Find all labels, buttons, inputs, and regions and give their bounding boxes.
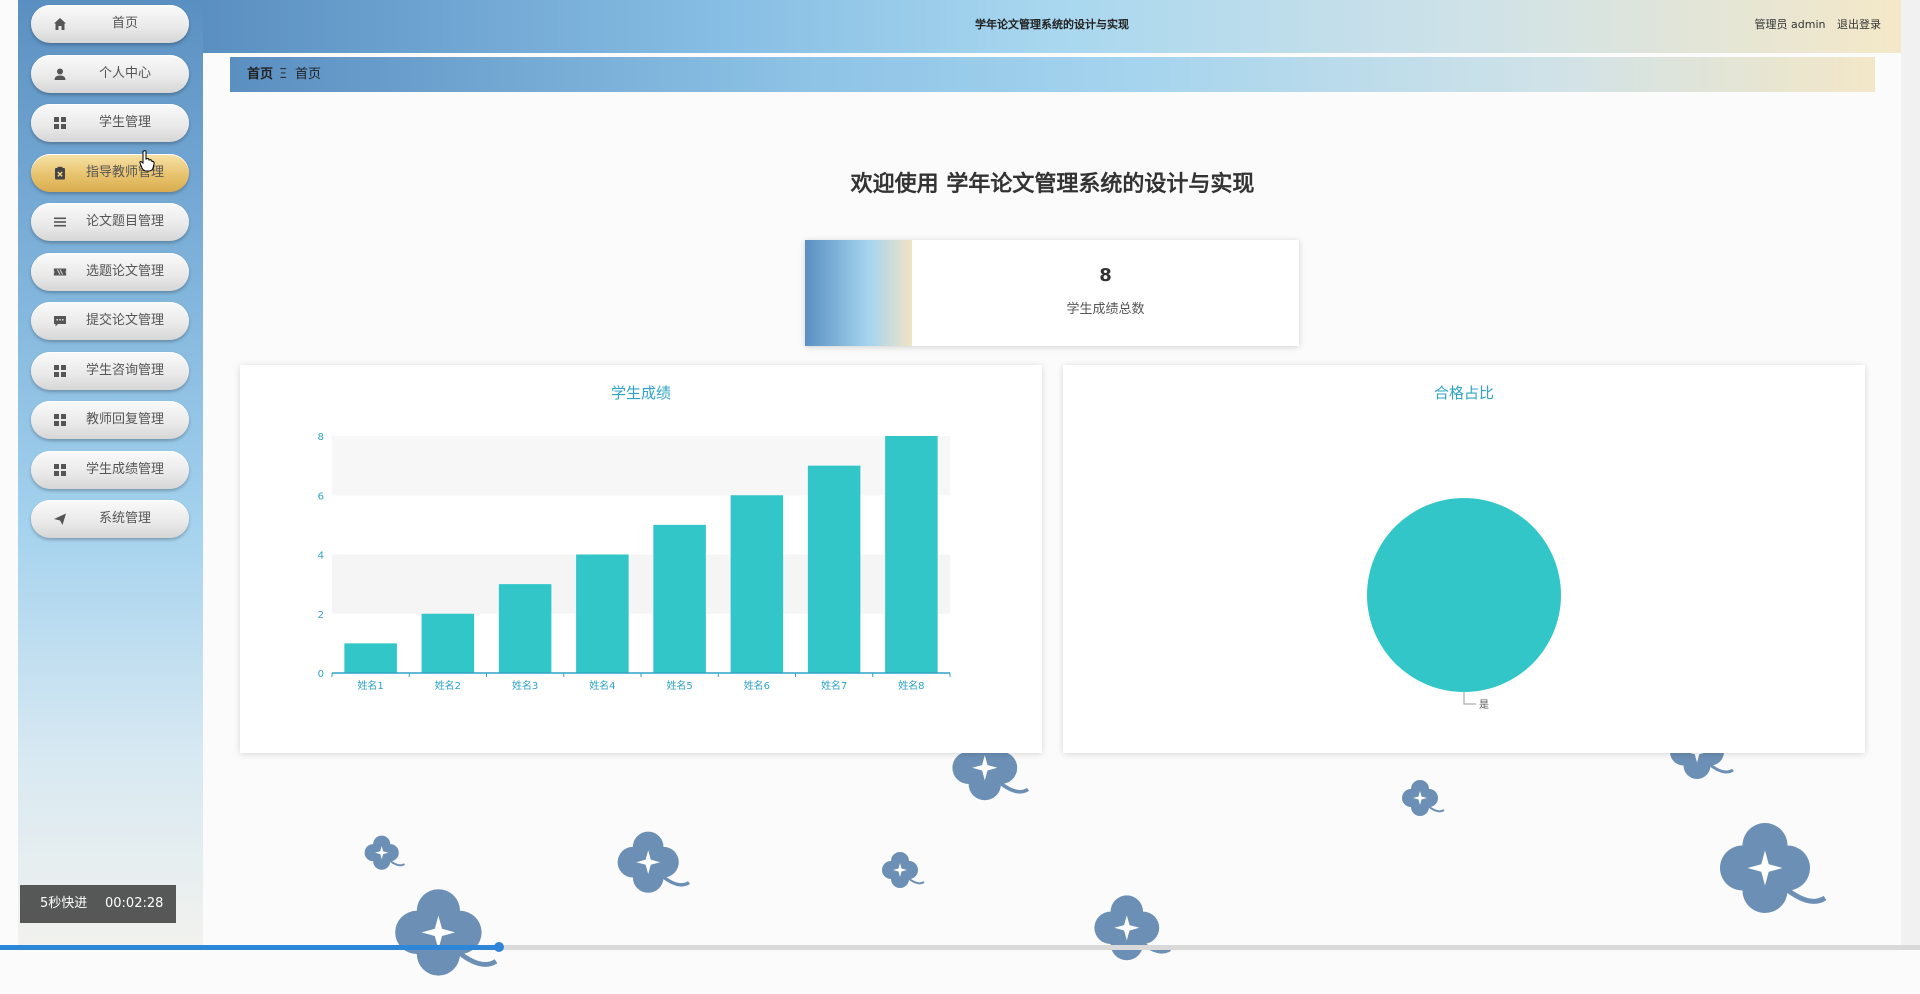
breadcrumb-separator-icon: Ξ xyxy=(279,67,288,82)
sidebar-item-10[interactable]: 学生成绩管理 xyxy=(31,450,189,489)
window-scrollbar[interactable] xyxy=(1901,0,1920,950)
ticket-icon xyxy=(53,265,67,279)
clover-flower-icon xyxy=(617,831,690,893)
clover-flower-icon xyxy=(882,852,925,888)
x-tick-label: 姓名3 xyxy=(512,679,538,692)
clipboard-icon xyxy=(53,166,67,180)
stat-card-accent xyxy=(805,240,912,346)
clover-flower-icon xyxy=(394,888,497,976)
x-tick-label: 姓名6 xyxy=(744,679,770,692)
app-title: 学年论文管理系统的设计与实现 xyxy=(975,18,1129,31)
sidebar-item-label: 选题论文管理 xyxy=(85,263,164,279)
sidebar-item-label: 论文题目管理 xyxy=(85,214,164,229)
clover-flower-icon xyxy=(1720,823,1827,913)
sidebar-item-label: 指导教师管理 xyxy=(85,164,164,180)
pie-slice-label: 是 xyxy=(1479,699,1489,711)
video-time: 00:02:28 xyxy=(105,896,164,911)
send-icon xyxy=(53,512,67,526)
stat-label: 学生成绩总数 xyxy=(1066,302,1145,317)
sidebar-item-8[interactable]: 学生咨询管理 xyxy=(31,351,189,390)
bar[interactable] xyxy=(498,584,552,673)
sidebar-item-9[interactable]: 教师回复管理 xyxy=(31,401,189,439)
home-icon xyxy=(53,17,67,31)
sidebar-item-5[interactable]: 论文题目管理 xyxy=(31,203,189,241)
sidebar-item-label: 学生管理 xyxy=(98,115,151,130)
x-tick-label: 姓名5 xyxy=(666,679,692,692)
x-tick-label: 姓名8 xyxy=(898,679,924,692)
sidebar-item-7[interactable]: 提交论文管理 xyxy=(31,302,189,340)
clover-flower-icon xyxy=(1094,895,1172,961)
x-tick-label: 姓名7 xyxy=(821,679,847,692)
sidebar-item-label: 系统管理 xyxy=(98,511,151,526)
bar[interactable] xyxy=(885,436,938,673)
x-tick-label: 姓名2 xyxy=(435,679,461,692)
y-tick-label: 0 xyxy=(318,669,324,680)
sidebar-item-label: 首页 xyxy=(111,16,138,31)
bar[interactable] xyxy=(653,524,706,673)
video-progress-fill xyxy=(0,945,500,950)
sidebar-item-label: 学生成绩管理 xyxy=(85,461,164,477)
user-label: 管理员 admin xyxy=(1754,18,1826,31)
bar[interactable] xyxy=(421,613,475,673)
sidebar-item-6[interactable]: 选题论文管理 xyxy=(31,252,189,291)
sidebar-item-label: 学生咨询管理 xyxy=(85,362,164,378)
video-speed-label: 5秒快进 xyxy=(40,896,88,911)
y-tick-label: 8 xyxy=(318,432,324,443)
pie-label-line xyxy=(1463,692,1476,705)
clover-flower-icon xyxy=(1402,780,1445,816)
bar-chart-card: 学生成绩 0 2 4 6 8 姓名1 姓名2 姓名3 姓名4 姓名5 姓名6 姓名7 姓名8 xyxy=(240,365,1042,753)
pie-chart-card: 合格占比 是 xyxy=(1063,365,1865,753)
bar[interactable] xyxy=(576,554,629,674)
bar-chart: 0 2 4 6 8 姓名1 姓名2 姓名3 姓名4 姓名5 姓名6 姓名7 姓名8 xyxy=(318,432,951,692)
grid-icon xyxy=(53,463,67,477)
sidebar-item-label: 教师回复管理 xyxy=(85,412,164,427)
breadcrumb-home[interactable]: 首页 xyxy=(247,57,273,92)
list-icon xyxy=(53,215,67,229)
user-icon xyxy=(53,67,67,81)
sidebar-item-label: 个人中心 xyxy=(98,65,151,81)
y-tick-label: 6 xyxy=(318,491,324,502)
video-progress-handle[interactable] xyxy=(494,942,505,952)
y-tick-label: 2 xyxy=(318,610,324,621)
stat-card: 8 学生成绩总数 xyxy=(805,240,1299,346)
sidebar-item-3[interactable]: 学生管理 xyxy=(31,104,189,142)
sidebar-item-4[interactable]: 指导教师管理 xyxy=(31,153,189,192)
grid-icon xyxy=(53,364,67,378)
bar[interactable] xyxy=(730,495,784,673)
pie-chart: 是 xyxy=(1367,498,1561,711)
welcome-heading: 欢迎使用 学年论文管理系统的设计与实现 xyxy=(850,172,1255,197)
video-speed-badge[interactable]: 5秒快进 00:02:28 xyxy=(20,885,176,923)
sidebar: 首页个人中心学生管理指导教师管理 论文题目管理 选题论文管理 提交论文管理 学生咨询管理… xyxy=(18,0,203,950)
grid-icon xyxy=(53,413,67,427)
video-progress-bar[interactable] xyxy=(0,942,1920,952)
breadcrumb: 首页 Ξ 首页 xyxy=(230,57,1875,92)
x-tick-label: 姓名1 xyxy=(357,679,383,692)
logout-link[interactable]: 退出登录 xyxy=(1837,18,1881,31)
sidebar-item-11[interactable]: 系统管理 xyxy=(31,500,189,538)
bar[interactable] xyxy=(807,465,861,673)
hand-cursor-icon xyxy=(139,150,155,172)
header-user-area: 管理员 admin 退出登录 xyxy=(1747,0,1881,50)
comment-icon xyxy=(53,314,67,328)
stat-value: 8 xyxy=(1099,265,1112,286)
top-header: 学年论文管理系统的设计与实现 管理员 admin 退出登录 xyxy=(203,0,1901,53)
sidebar-item-1[interactable]: 首页 xyxy=(31,5,189,43)
x-tick-label: 姓名4 xyxy=(589,679,615,692)
breadcrumb-current: 首页 xyxy=(295,67,322,82)
sidebar-item-2[interactable]: 个人中心 xyxy=(31,54,189,93)
bar[interactable] xyxy=(344,643,397,673)
sidebar-item-label: 提交论文管理 xyxy=(85,313,164,328)
y-tick-label: 4 xyxy=(318,551,324,562)
grid-icon xyxy=(53,116,67,130)
pie-slice[interactable] xyxy=(1367,498,1561,692)
